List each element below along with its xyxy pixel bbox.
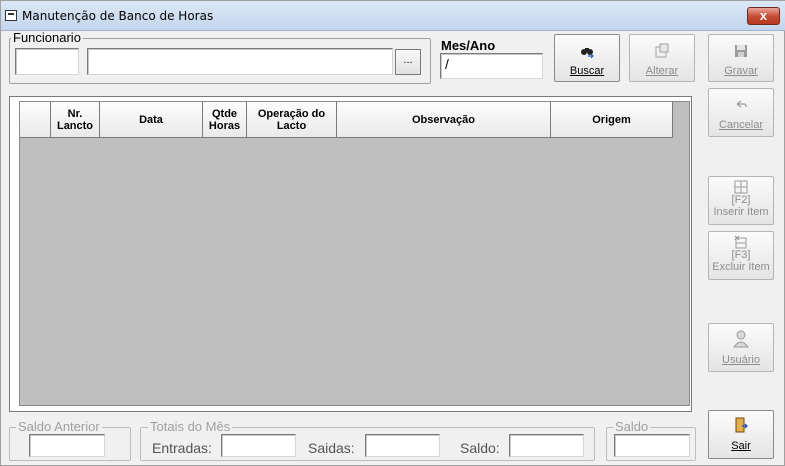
buscar-button[interactable]: Buscar (554, 34, 620, 82)
saidas-field[interactable] (365, 434, 440, 457)
insert-row-icon (734, 180, 748, 194)
funcionario-name-field[interactable] (87, 48, 393, 75)
alterar-label: Alterar (645, 65, 679, 77)
grid-header: Nr. Lancto Data Qtde Horas Operação do Lact… (20, 102, 673, 138)
user-icon (733, 330, 749, 348)
totais-mes-label: Totais do Mês (148, 419, 233, 434)
observacao-header[interactable]: Observação (337, 102, 551, 138)
inserir-label: Inserir Item (713, 206, 769, 218)
sair-label: Sair (731, 440, 751, 452)
gravar-button[interactable]: Gravar (708, 34, 774, 82)
title-bar[interactable]: Manutenção de Banco de Horas x (1, 1, 785, 31)
save-disk-icon (735, 45, 747, 57)
undo-icon (736, 100, 747, 108)
cancelar-button[interactable]: Cancelar (708, 88, 774, 137)
entradas-field[interactable] (221, 434, 296, 457)
saldo-anterior-label: Saldo Anterior (16, 419, 102, 434)
mes-ano-label: Mes/Ano (441, 38, 496, 53)
close-button[interactable]: x (747, 7, 780, 25)
mes-ano-field[interactable]: / (440, 53, 543, 79)
qtde-horas-header[interactable]: Qtde Horas (203, 102, 247, 138)
row-selector-header[interactable] (20, 102, 51, 138)
saldo-label: Saldo (613, 419, 651, 434)
data-header[interactable]: Data (100, 102, 203, 138)
usuario-button[interactable]: Usuário (708, 323, 774, 372)
main-window: Manutenção de Banco de Horas x Funcionar… (0, 0, 785, 466)
alterar-button[interactable]: Alterar (629, 34, 695, 82)
nr-lancto-header[interactable]: Nr. Lancto (51, 102, 100, 138)
saldo-anterior-field[interactable] (29, 434, 105, 457)
funcionario-code-field[interactable] (15, 48, 79, 75)
cancelar-label: Cancelar (718, 119, 764, 131)
gravar-label: Gravar (724, 65, 758, 77)
window-icon (5, 10, 17, 21)
edit-record-icon (655, 43, 669, 58)
excluir-key-label: [F3] (731, 249, 751, 261)
delete-row-icon (734, 235, 747, 249)
inserir-item-button[interactable]: [F2] Inserir Item (708, 176, 774, 225)
buscar-label: Buscar (569, 65, 605, 77)
lancamentos-grid[interactable]: Nr. Lancto Data Qtde Horas Operação do Lact… (9, 96, 692, 412)
operacao-header[interactable]: Operação do Lacto (247, 102, 337, 138)
excluir-item-button[interactable]: [F3] Excluir Item (708, 231, 774, 280)
saidas-label: Saidas: (308, 440, 355, 456)
funcionario-lookup-button[interactable]: ... (395, 49, 421, 75)
funcionario-label: Funcionario (11, 30, 83, 45)
excluir-label: Excluir Item (712, 261, 770, 273)
saldo-field[interactable] (614, 434, 690, 457)
mes-ano-value: / (445, 56, 449, 72)
sair-button[interactable]: Sair (708, 410, 774, 459)
window-title: Manutenção de Banco de Horas (22, 9, 214, 23)
origem-header[interactable]: Origem (551, 102, 673, 138)
inserir-key-label: [F2] (731, 194, 751, 206)
binoculars-icon (581, 48, 594, 59)
entradas-label: Entradas: (152, 440, 212, 456)
grid-scroll-area (674, 102, 689, 405)
grid-body[interactable]: Nr. Lancto Data Qtde Horas Operação do Lact… (19, 101, 690, 406)
usuario-label: Usuário (722, 354, 760, 366)
saldo-mes-field[interactable] (509, 434, 584, 457)
saldo-mes-label: Saldo: (460, 440, 500, 456)
exit-door-icon (735, 417, 748, 433)
